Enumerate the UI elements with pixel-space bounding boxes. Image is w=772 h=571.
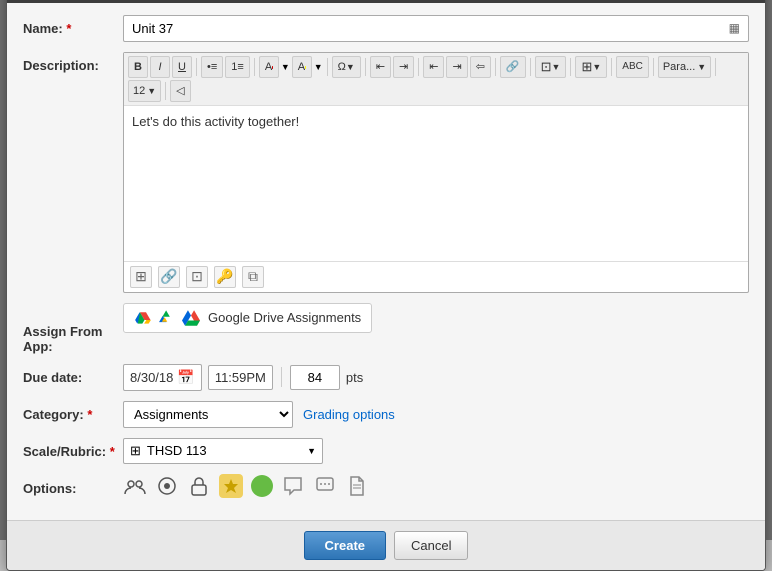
- editor-footer: ⊞ 🔗 ⊡ 🔑 ⧉: [124, 261, 748, 292]
- sep7: [530, 58, 531, 76]
- speech-bubble-icon[interactable]: [281, 474, 305, 498]
- category-control: Assignments Quizzes Tests Grading option…: [123, 401, 749, 428]
- fontsize-dropdown[interactable]: 12 ▼: [128, 80, 161, 102]
- green-circle-icon[interactable]: [251, 475, 273, 497]
- comment-icon[interactable]: [313, 474, 337, 498]
- due-date-row: Due date: 8/30/18 📅 11:59PM pts: [23, 364, 749, 391]
- sep3: [327, 58, 328, 76]
- image-button[interactable]: ⊡▼: [535, 56, 567, 78]
- due-date-label: Due date:: [23, 364, 123, 385]
- assign-from-app-row: Assign From App:: [23, 303, 749, 354]
- underline-button[interactable]: U: [172, 56, 192, 78]
- gdrive-icon: [134, 309, 152, 327]
- scale-chevron: ▼: [307, 446, 316, 456]
- editor-container: B I U •≡ 1≡ A ▼ A: [123, 52, 749, 293]
- sep10: [653, 58, 654, 76]
- indent-right-button[interactable]: ⇥: [393, 56, 414, 78]
- sep-pts: [281, 367, 282, 387]
- sep9: [611, 58, 612, 76]
- sep1: [196, 58, 197, 76]
- create-assignment-modal: Create Assignment × Name: * ▦: [6, 0, 766, 571]
- highlight-chevron[interactable]: ▼: [314, 62, 323, 72]
- category-select[interactable]: Assignments Quizzes Tests: [123, 401, 293, 428]
- gdrive-icon: [158, 309, 176, 327]
- font-color-chevron[interactable]: ▼: [281, 62, 290, 72]
- scale-select[interactable]: ⊞ THSD 113 ▼: [123, 438, 323, 464]
- editor-table-icon[interactable]: ⊞: [130, 266, 152, 288]
- gdrive-assign-button[interactable]: Google Drive Assignments: [123, 303, 372, 333]
- sep11: [715, 58, 716, 76]
- name-input-wrapper: ▦: [123, 15, 749, 42]
- highlight-button[interactable]: A: [292, 56, 312, 78]
- sep4: [365, 58, 366, 76]
- name-row: Name: * ▦: [23, 15, 749, 42]
- modal-footer: Create Cancel: [7, 520, 765, 570]
- table-button[interactable]: ⊞▼: [575, 56, 607, 78]
- radio-icon[interactable]: [155, 474, 179, 498]
- description-label: Description:: [23, 52, 123, 73]
- create-button[interactable]: Create: [304, 531, 386, 560]
- badge-icon[interactable]: [219, 474, 243, 498]
- options-label: Options:: [23, 475, 123, 496]
- options-area: [123, 474, 749, 498]
- modal-overlay: Create Assignment × Name: * ▦: [0, 0, 772, 540]
- name-input-area: ▦: [123, 15, 749, 42]
- indent-left-button[interactable]: ⇤: [370, 56, 391, 78]
- paragraph-dropdown[interactable]: Para... ▼: [658, 56, 711, 78]
- due-date-input[interactable]: 8/30/18 📅: [123, 364, 202, 391]
- grading-options-link[interactable]: Grading options: [303, 407, 395, 422]
- expand-button[interactable]: ◁: [170, 80, 190, 102]
- sep12: [165, 82, 166, 100]
- pts-label: pts: [346, 370, 363, 385]
- font-color-button[interactable]: A: [259, 56, 279, 78]
- options-control: [123, 474, 749, 498]
- align-right-button[interactable]: ⇦: [470, 56, 491, 78]
- editor-image-icon[interactable]: ⊡: [186, 266, 208, 288]
- special-char-button[interactable]: Ω▼: [332, 56, 361, 78]
- pts-input[interactable]: [290, 365, 340, 390]
- lock-icon[interactable]: [187, 474, 211, 498]
- name-input-icon: ▦: [729, 21, 740, 35]
- editor-embed-icon[interactable]: ⧉: [242, 266, 264, 288]
- align-center-button[interactable]: ⇥: [446, 56, 467, 78]
- scale-rubric-label: Scale/Rubric: *: [23, 438, 123, 459]
- editor-area: B I U •≡ 1≡ A ▼ A: [123, 52, 749, 293]
- due-time-input[interactable]: 11:59PM: [208, 365, 273, 390]
- gdrive-color-icon: [182, 309, 200, 327]
- scale-icon: ⊞: [130, 443, 141, 459]
- cancel-button[interactable]: Cancel: [394, 531, 468, 560]
- group-icon[interactable]: [123, 474, 147, 498]
- sep5: [418, 58, 419, 76]
- document-icon[interactable]: [345, 474, 369, 498]
- options-row: Options:: [23, 474, 749, 498]
- name-label: Name: *: [23, 15, 123, 36]
- scale-rubric-row: Scale/Rubric: * ⊞ THSD 113 ▼: [23, 438, 749, 464]
- link-button[interactable]: 🔗: [500, 56, 526, 78]
- category-row: Category: * Assignments Quizzes Tests Gr…: [23, 401, 749, 428]
- sep8: [570, 58, 571, 76]
- align-left-button[interactable]: ⇤: [423, 56, 444, 78]
- sep6: [495, 58, 496, 76]
- assign-from-label: Assign From App:: [23, 303, 123, 354]
- name-input[interactable]: [132, 21, 729, 36]
- editor-toolbar: B I U •≡ 1≡ A ▼ A: [124, 53, 748, 106]
- category-label: Category: *: [23, 401, 123, 422]
- modal-body: Name: * ▦ Description: B: [7, 3, 765, 520]
- numbered-button[interactable]: 1≡: [225, 56, 250, 78]
- italic-button[interactable]: I: [150, 56, 170, 78]
- bold-button[interactable]: B: [128, 56, 148, 78]
- description-row: Description: B I U •≡ 1≡: [23, 52, 749, 293]
- assign-from-control: Google Drive Assignments: [123, 303, 749, 333]
- due-date-control: 8/30/18 📅 11:59PM pts: [123, 364, 749, 391]
- scale-rubric-control: ⊞ THSD 113 ▼: [123, 438, 749, 464]
- bullets-button[interactable]: •≡: [201, 56, 223, 78]
- calendar-icon: 📅: [177, 369, 194, 386]
- editor-link-icon[interactable]: 🔗: [158, 266, 180, 288]
- category-area: Assignments Quizzes Tests Grading option…: [123, 401, 749, 428]
- editor-content[interactable]: Let's do this activity together!: [124, 106, 748, 261]
- sep2: [254, 58, 255, 76]
- due-date-area: 8/30/18 📅 11:59PM pts: [123, 364, 749, 391]
- editor-key-icon[interactable]: 🔑: [214, 266, 236, 288]
- spellcheck-button[interactable]: ABC: [616, 56, 649, 78]
